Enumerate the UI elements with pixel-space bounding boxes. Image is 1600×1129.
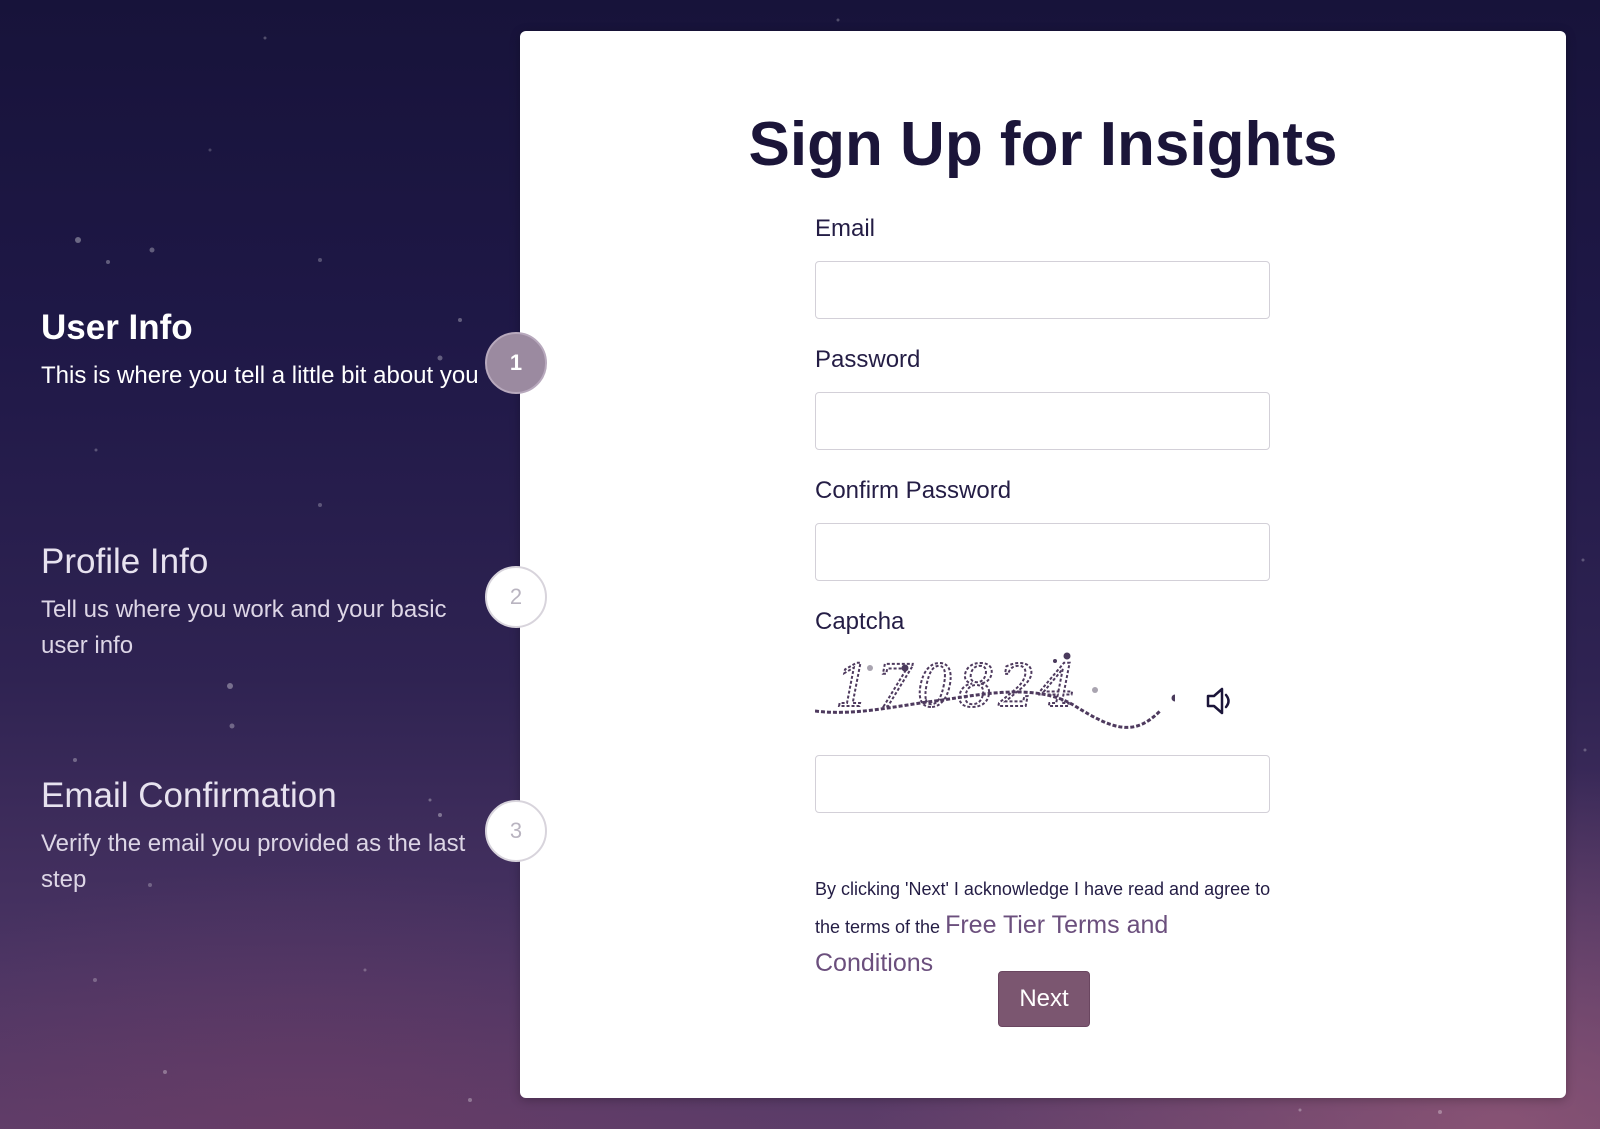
email-field[interactable] (815, 261, 1270, 319)
email-label: Email (815, 215, 876, 242)
password-label: Password (815, 346, 921, 373)
next-button[interactable]: Next (998, 971, 1090, 1027)
step-description: Verify the email you provided as the las… (41, 830, 466, 893)
step-number-2: 2 (485, 566, 547, 628)
step-description: Tell us where you work and your basic us… (41, 596, 447, 659)
step-number-3: 3 (485, 800, 547, 862)
page-title: Sign Up for Insights (748, 110, 1338, 179)
speaker-icon[interactable] (1203, 684, 1237, 718)
signup-card: Sign Up for Insights Email Password Conf… (520, 31, 1566, 1098)
confirm-password-field[interactable] (815, 523, 1270, 581)
captcha-image: 170824 (815, 651, 1175, 729)
step-description: This is where you tell a little bit abou… (41, 362, 479, 389)
step-number-1: 1 (485, 332, 547, 394)
confirm-password-label: Confirm Password (815, 477, 1012, 504)
terms-notice: By clicking 'Next' I acknowledge I have … (815, 871, 1275, 983)
step-profile-info: Profile Info Tell us where you work and … (41, 540, 481, 664)
signup-page: User Info This is where you tell a littl… (0, 0, 1600, 1129)
step-title: User Info (41, 308, 193, 347)
step-title: Profile Info (41, 542, 209, 581)
step-user-info: User Info This is where you tell a littl… (41, 306, 481, 394)
step-email-confirmation: Email Confirmation Verify the email you … (41, 774, 481, 898)
captcha-input[interactable] (815, 755, 1270, 813)
password-field[interactable] (815, 392, 1270, 450)
step-title: Email Confirmation (41, 776, 337, 815)
